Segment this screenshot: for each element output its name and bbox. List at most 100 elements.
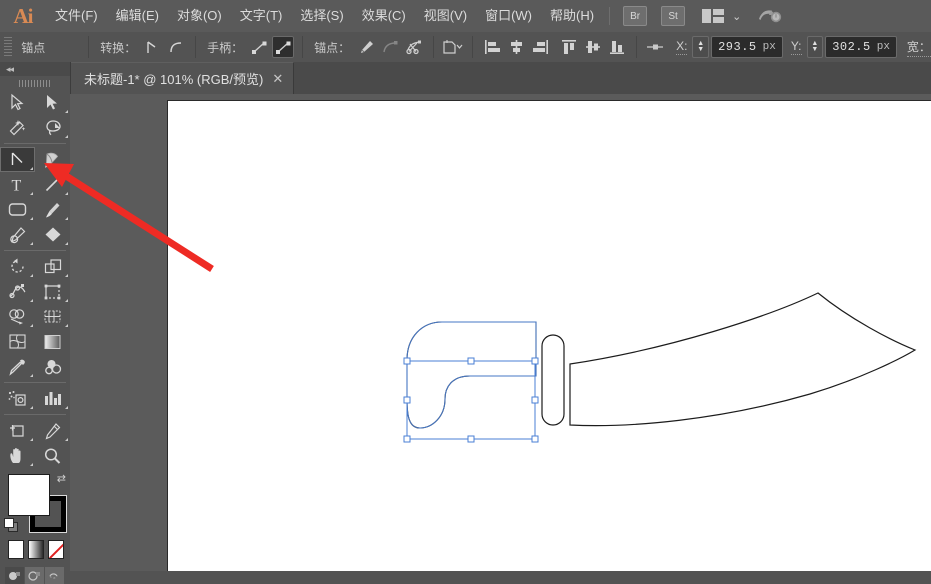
- stepper-down-icon: ▼: [697, 47, 704, 53]
- tools-panel-grip[interactable]: [0, 76, 70, 90]
- draw-inside-mode-button[interactable]: [45, 567, 64, 584]
- type-tool[interactable]: T: [0, 172, 35, 197]
- lasso-tool[interactable]: [35, 115, 70, 140]
- capsule-path[interactable]: [542, 335, 564, 425]
- selection-handles[interactable]: [404, 358, 538, 442]
- menu-object[interactable]: 对象(O): [168, 0, 231, 32]
- show-handles-icon[interactable]: [248, 36, 270, 58]
- menu-help[interactable]: 帮助(H): [541, 0, 603, 32]
- anchor-point-tool[interactable]: [0, 147, 35, 172]
- fill-stroke-control: ⇄: [0, 472, 70, 534]
- default-fill-stroke-icon[interactable]: [4, 518, 17, 531]
- gradient-mode-button[interactable]: [28, 540, 44, 559]
- document-tab-bar: 未标题-1* @ 101% (RGB/预览) ✕: [70, 62, 931, 95]
- bridge-icon[interactable]: Br: [623, 6, 647, 26]
- eyedropper-tool[interactable]: [0, 354, 35, 379]
- x-stepper[interactable]: ▲ ▼: [692, 36, 709, 58]
- paintbrush-tool[interactable]: [35, 197, 70, 222]
- align-left-icon[interactable]: [481, 36, 503, 58]
- selection-tool[interactable]: [0, 90, 35, 115]
- align-center-horizontal-icon[interactable]: [505, 36, 527, 58]
- align-right-icon[interactable]: [529, 36, 551, 58]
- column-graph-tool[interactable]: [35, 386, 70, 411]
- mesh-tool[interactable]: [0, 329, 35, 354]
- divider: [433, 36, 434, 58]
- document-tab-title: 未标题-1* @ 101% (RGB/预览): [84, 69, 263, 88]
- hide-handles-icon[interactable]: [272, 36, 294, 58]
- curved-hook-path[interactable]: [407, 322, 536, 428]
- anchor-label: 锚点：: [310, 39, 354, 56]
- convert-to-smooth-icon[interactable]: [165, 36, 187, 58]
- remove-anchor-icon[interactable]: [355, 36, 377, 58]
- swap-fill-stroke-icon[interactable]: ⇄: [57, 472, 66, 485]
- perspective-grid-tool[interactable]: [35, 304, 70, 329]
- control-bar-grip[interactable]: [4, 37, 12, 57]
- hand-tool[interactable]: [0, 443, 35, 468]
- control-context-label: 锚点: [17, 39, 81, 56]
- y-coordinate-input[interactable]: 302.5 px: [825, 36, 897, 58]
- menu-select[interactable]: 选择(S): [291, 0, 352, 32]
- tools-divider: [4, 143, 66, 144]
- line-segment-tool[interactable]: [35, 172, 70, 197]
- rectangle-tool[interactable]: [0, 197, 35, 222]
- menu-edit[interactable]: 编辑(E): [107, 0, 168, 32]
- menu-window[interactable]: 窗口(W): [476, 0, 541, 32]
- scale-tool[interactable]: [35, 254, 70, 279]
- align-center-vertical-icon[interactable]: [582, 36, 604, 58]
- svg-text:T: T: [12, 178, 22, 195]
- fill-swatch[interactable]: [8, 474, 50, 516]
- convert-label: 转换：: [96, 39, 140, 56]
- pen-tool[interactable]: [35, 147, 70, 172]
- tools-panel: ◂◂: [0, 62, 71, 571]
- artboard-tool[interactable]: [0, 418, 35, 443]
- blend-tool[interactable]: [35, 354, 70, 379]
- gradient-tool[interactable]: [35, 329, 70, 354]
- artwork-layer: [70, 94, 931, 571]
- width-tool[interactable]: [0, 279, 35, 304]
- collapse-panel-icon[interactable]: ◂◂: [6, 64, 13, 75]
- draw-normal-mode-button[interactable]: [5, 567, 24, 584]
- slice-tool[interactable]: [35, 418, 70, 443]
- draw-behind-mode-button[interactable]: [25, 567, 44, 584]
- magic-wand-tool[interactable]: [0, 115, 35, 140]
- cut-path-icon[interactable]: [403, 36, 425, 58]
- creative-cloud-sync-icon[interactable]: [757, 6, 783, 26]
- isolate-object-icon[interactable]: [442, 36, 464, 58]
- symbol-sprayer-tool[interactable]: [0, 386, 35, 411]
- align-top-icon[interactable]: [558, 36, 580, 58]
- tools-panel-header[interactable]: ◂◂: [0, 62, 70, 76]
- menu-file[interactable]: 文件(F): [46, 0, 107, 32]
- menu-view[interactable]: 视图(V): [415, 0, 476, 32]
- stock-icon[interactable]: St: [661, 6, 685, 26]
- curved-hook-path-highlight: [407, 322, 536, 428]
- close-icon[interactable]: ✕: [272, 72, 283, 85]
- rotate-tool[interactable]: [0, 254, 35, 279]
- pencil-tool[interactable]: [0, 222, 35, 247]
- connect-endpoints-icon[interactable]: [379, 36, 401, 58]
- align-bottom-icon[interactable]: [606, 36, 628, 58]
- stepper-down-icon: ▼: [811, 47, 818, 53]
- shape-builder-tool[interactable]: [0, 304, 35, 329]
- document-tab[interactable]: 未标题-1* @ 101% (RGB/预览) ✕: [70, 62, 294, 94]
- direct-selection-tool[interactable]: [35, 90, 70, 115]
- zoom-tool[interactable]: [35, 443, 70, 468]
- none-mode-button[interactable]: [48, 540, 64, 559]
- transform-handle-icon[interactable]: [645, 36, 667, 58]
- y-stepper[interactable]: ▲ ▼: [807, 36, 824, 58]
- menu-type[interactable]: 文字(T): [231, 0, 292, 32]
- eraser-tool[interactable]: [35, 222, 70, 247]
- workspace-switcher-icon[interactable]: [702, 9, 724, 23]
- free-transform-tool[interactable]: [35, 279, 70, 304]
- x-value: 293.5: [712, 40, 763, 54]
- y-coordinate-label: Y:: [791, 39, 802, 55]
- canvas-area[interactable]: [70, 94, 931, 571]
- convert-to-corner-icon[interactable]: [141, 36, 163, 58]
- chevron-down-icon[interactable]: ⌄: [732, 10, 741, 23]
- illustrator-window: Ai 文件(F) 编辑(E) 对象(O) 文字(T) 选择(S) 效果(C) 视…: [0, 0, 931, 571]
- handles-label: 手柄：: [203, 39, 247, 56]
- color-mode-button[interactable]: [8, 540, 24, 559]
- x-coordinate-input[interactable]: 293.5 px: [711, 36, 783, 58]
- blade-path[interactable]: [570, 293, 915, 426]
- tools-divider: [4, 414, 66, 415]
- menu-effect[interactable]: 效果(C): [353, 0, 415, 32]
